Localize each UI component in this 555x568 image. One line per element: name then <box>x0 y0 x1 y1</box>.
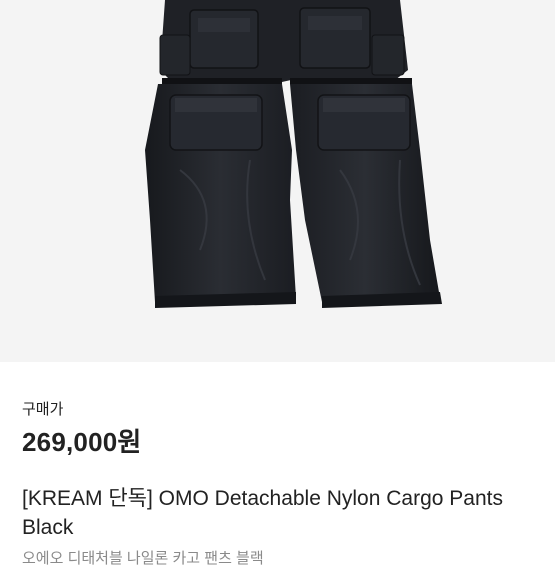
product-subtitle: 오에오 디태처블 나일론 카고 팬츠 블랙 <box>22 550 264 567</box>
price-label: 구매가 <box>22 401 64 418</box>
product-title[interactable]: [KREAM 단독] OMO Detachable Nylon Cargo Pa… <box>22 484 537 542</box>
cargo-pants-illustration <box>145 0 442 308</box>
product-image[interactable] <box>0 0 555 362</box>
product-info: 구매가 269,000원 [KREAM 단독] OMO Detachable N… <box>0 362 555 567</box>
price-value: 269,000원 <box>22 427 142 457</box>
